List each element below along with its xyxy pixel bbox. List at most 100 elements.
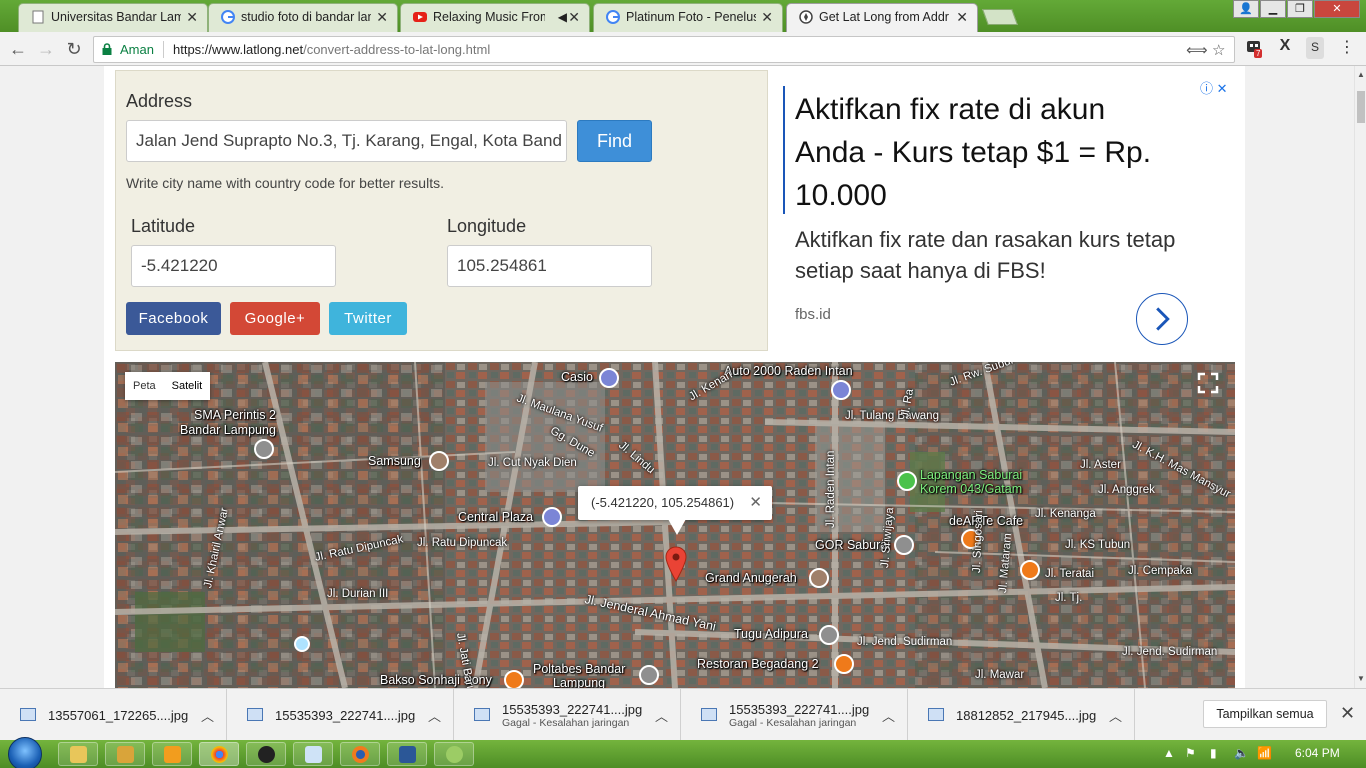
ad-arrow-icon[interactable] xyxy=(1136,293,1188,345)
restaurant-icon[interactable] xyxy=(834,654,854,674)
fullscreen-icon[interactable] xyxy=(1197,372,1219,394)
close-downloads-icon[interactable]: ✕ xyxy=(1340,703,1355,724)
hotel-icon[interactable] xyxy=(809,568,829,588)
start-button[interactable] xyxy=(8,737,42,768)
adchoices-icon[interactable]: ⓘ ✕ xyxy=(1200,78,1228,97)
download-item-failed[interactable]: 15535393_222741....jpg Gagal - Kesalahan… xyxy=(454,689,681,741)
tab-studio-foto[interactable]: studio foto di bandar lan ✕ xyxy=(208,3,398,32)
road-label: Jl. Teratai xyxy=(1045,568,1095,580)
page-viewport: Address Jalan Jend Suprapto No.3, Tj. Ka… xyxy=(0,66,1354,688)
tab-universitas[interactable]: Universitas Bandar Lamp ✕ xyxy=(18,3,208,32)
tab-relaxing-music[interactable]: Relaxing Music From ◀︎ ✕ xyxy=(400,3,590,32)
latitude-input[interactable]: -5.421220 xyxy=(131,245,336,287)
fbs-advertisement[interactable]: ⓘ ✕ Aktifkan fix rate di akun Anda - Kur… xyxy=(769,70,1245,351)
info-window-tail xyxy=(668,519,686,535)
taskbar-app[interactable] xyxy=(246,742,286,766)
taskbar-app[interactable] xyxy=(105,742,145,766)
shopping-icon[interactable] xyxy=(599,368,619,388)
network-icon[interactable]: 📶 xyxy=(1257,746,1272,760)
forward-button[interactable]: → xyxy=(34,37,58,61)
google-map[interactable]: Peta Satelit Casio Auto 2000 Raden Intan… xyxy=(115,362,1235,688)
police-icon[interactable] xyxy=(639,665,659,685)
ad-headline[interactable]: Aktifkan fix rate di akun Anda - Kurs te… xyxy=(795,88,1175,217)
ad-site[interactable]: fbs.id xyxy=(795,306,831,323)
chevron-up-icon[interactable]: ︿ xyxy=(882,706,895,725)
info-window-close-icon[interactable]: ✕ xyxy=(749,486,762,520)
store-icon[interactable] xyxy=(429,451,449,471)
taskbar-notes[interactable] xyxy=(293,742,333,766)
map-type-map[interactable]: Peta xyxy=(125,372,164,400)
maximize-button[interactable]: ❐ xyxy=(1287,0,1313,18)
new-tab-button[interactable] xyxy=(982,9,1018,25)
school-icon[interactable] xyxy=(254,439,274,459)
compass-icon xyxy=(799,10,813,24)
map-type-control[interactable]: Peta Satelit xyxy=(125,372,211,400)
restaurant-icon[interactable] xyxy=(1020,560,1040,580)
tab-close-icon[interactable]: ✕ xyxy=(761,4,773,31)
power-icon[interactable]: ▮ xyxy=(1210,746,1217,760)
minimize-button[interactable]: ▁ xyxy=(1260,0,1286,18)
secure-label: Aman xyxy=(120,42,154,57)
tab-close-icon[interactable]: ✕ xyxy=(568,4,580,31)
find-button[interactable]: Find xyxy=(577,120,652,162)
back-button[interactable]: ← xyxy=(6,37,30,61)
taskbar-clock[interactable]: 6:04 PM xyxy=(1295,746,1340,760)
browser-toolbar: ← → ↻ Aman https://www.latlong.net/conve… xyxy=(0,32,1366,66)
url-text[interactable]: https://www.latlong.net/convert-address-… xyxy=(173,42,490,57)
tab-close-icon[interactable]: ✕ xyxy=(186,4,198,31)
google-plus-share-button[interactable]: Google+ xyxy=(230,302,320,335)
stadium-icon[interactable] xyxy=(894,535,914,555)
address-input[interactable]: Jalan Jend Suprapto No.3, Tj. Karang, En… xyxy=(126,120,567,162)
reload-button[interactable]: ↻ xyxy=(62,37,86,61)
facebook-share-button[interactable]: Facebook xyxy=(126,302,221,335)
taskbar-media-player[interactable] xyxy=(152,742,192,766)
taskbar-word[interactable] xyxy=(387,742,427,766)
page-scrollbar[interactable]: ▲ ▼ xyxy=(1354,66,1366,688)
taskbar-firefox[interactable] xyxy=(340,742,380,766)
download-item[interactable]: 15535393_222741....jpg ︿ xyxy=(227,689,454,741)
taskbar-chrome[interactable] xyxy=(199,742,239,766)
monument-icon[interactable] xyxy=(819,625,839,645)
scrollbar-thumb[interactable] xyxy=(1357,91,1365,123)
s-extension-icon[interactable]: S xyxy=(1306,37,1324,59)
road-label: Jl. Tj. xyxy=(1055,592,1083,604)
park-icon[interactable] xyxy=(897,471,917,491)
shopping-icon[interactable] xyxy=(542,507,562,527)
extension-icon[interactable]: 7 xyxy=(1244,37,1264,59)
flag-icon[interactable]: ⚑ xyxy=(1185,746,1196,760)
taskbar-explorer[interactable] xyxy=(58,742,98,766)
x-extension-icon[interactable]: X xyxy=(1276,37,1294,59)
longitude-input[interactable]: 105.254861 xyxy=(447,245,652,287)
firefox-icon xyxy=(352,746,369,763)
menu-icon[interactable]: ⋮ xyxy=(1338,37,1356,59)
translate-icon[interactable]: ⟺ xyxy=(1186,41,1208,59)
tab-latlong-active[interactable]: Get Lat Long from Addre ✕ xyxy=(786,3,978,32)
profile-button[interactable]: 👤 xyxy=(1233,0,1259,18)
tab-close-icon[interactable]: ✕ xyxy=(376,4,388,31)
map-pin-icon[interactable] xyxy=(665,546,687,582)
scroll-down-icon[interactable]: ▼ xyxy=(1357,674,1365,683)
twitter-share-button[interactable]: Twitter xyxy=(329,302,407,335)
download-item[interactable]: 13557061_172265....jpg ︿ xyxy=(0,689,227,741)
window-close-button[interactable]: ✕ xyxy=(1314,0,1360,18)
tab-close-icon[interactable]: ✕ xyxy=(956,4,968,31)
bookmark-star-icon[interactable]: ☆ xyxy=(1212,41,1225,59)
chevron-up-icon[interactable]: ︿ xyxy=(655,706,668,725)
show-hidden-icons[interactable]: ▲ xyxy=(1163,746,1175,760)
download-item[interactable]: 18812852_217945....jpg ︿ xyxy=(908,689,1135,741)
volume-icon[interactable]: 🔈 xyxy=(1234,746,1249,760)
show-all-downloads-button[interactable]: Tampilkan semua xyxy=(1203,700,1327,728)
tab-platinum-foto[interactable]: Platinum Foto - Penelusu ✕ xyxy=(593,3,783,32)
scroll-up-icon[interactable]: ▲ xyxy=(1357,70,1365,79)
shopping-icon[interactable] xyxy=(831,380,851,400)
download-item-failed[interactable]: 15535393_222741....jpg Gagal - Kesalahan… xyxy=(681,689,908,741)
chevron-up-icon[interactable]: ︿ xyxy=(1109,706,1122,725)
chevron-up-icon[interactable]: ︿ xyxy=(428,706,441,725)
address-bar[interactable]: Aman https://www.latlong.net/convert-add… xyxy=(93,36,1235,63)
place-label: Casio xyxy=(561,370,593,384)
chevron-up-icon[interactable]: ︿ xyxy=(201,706,214,725)
taskbar-app[interactable] xyxy=(434,742,474,766)
restaurant-icon[interactable] xyxy=(504,670,524,688)
image-file-icon xyxy=(247,708,263,721)
map-type-satellite[interactable]: Satelit xyxy=(164,372,211,400)
